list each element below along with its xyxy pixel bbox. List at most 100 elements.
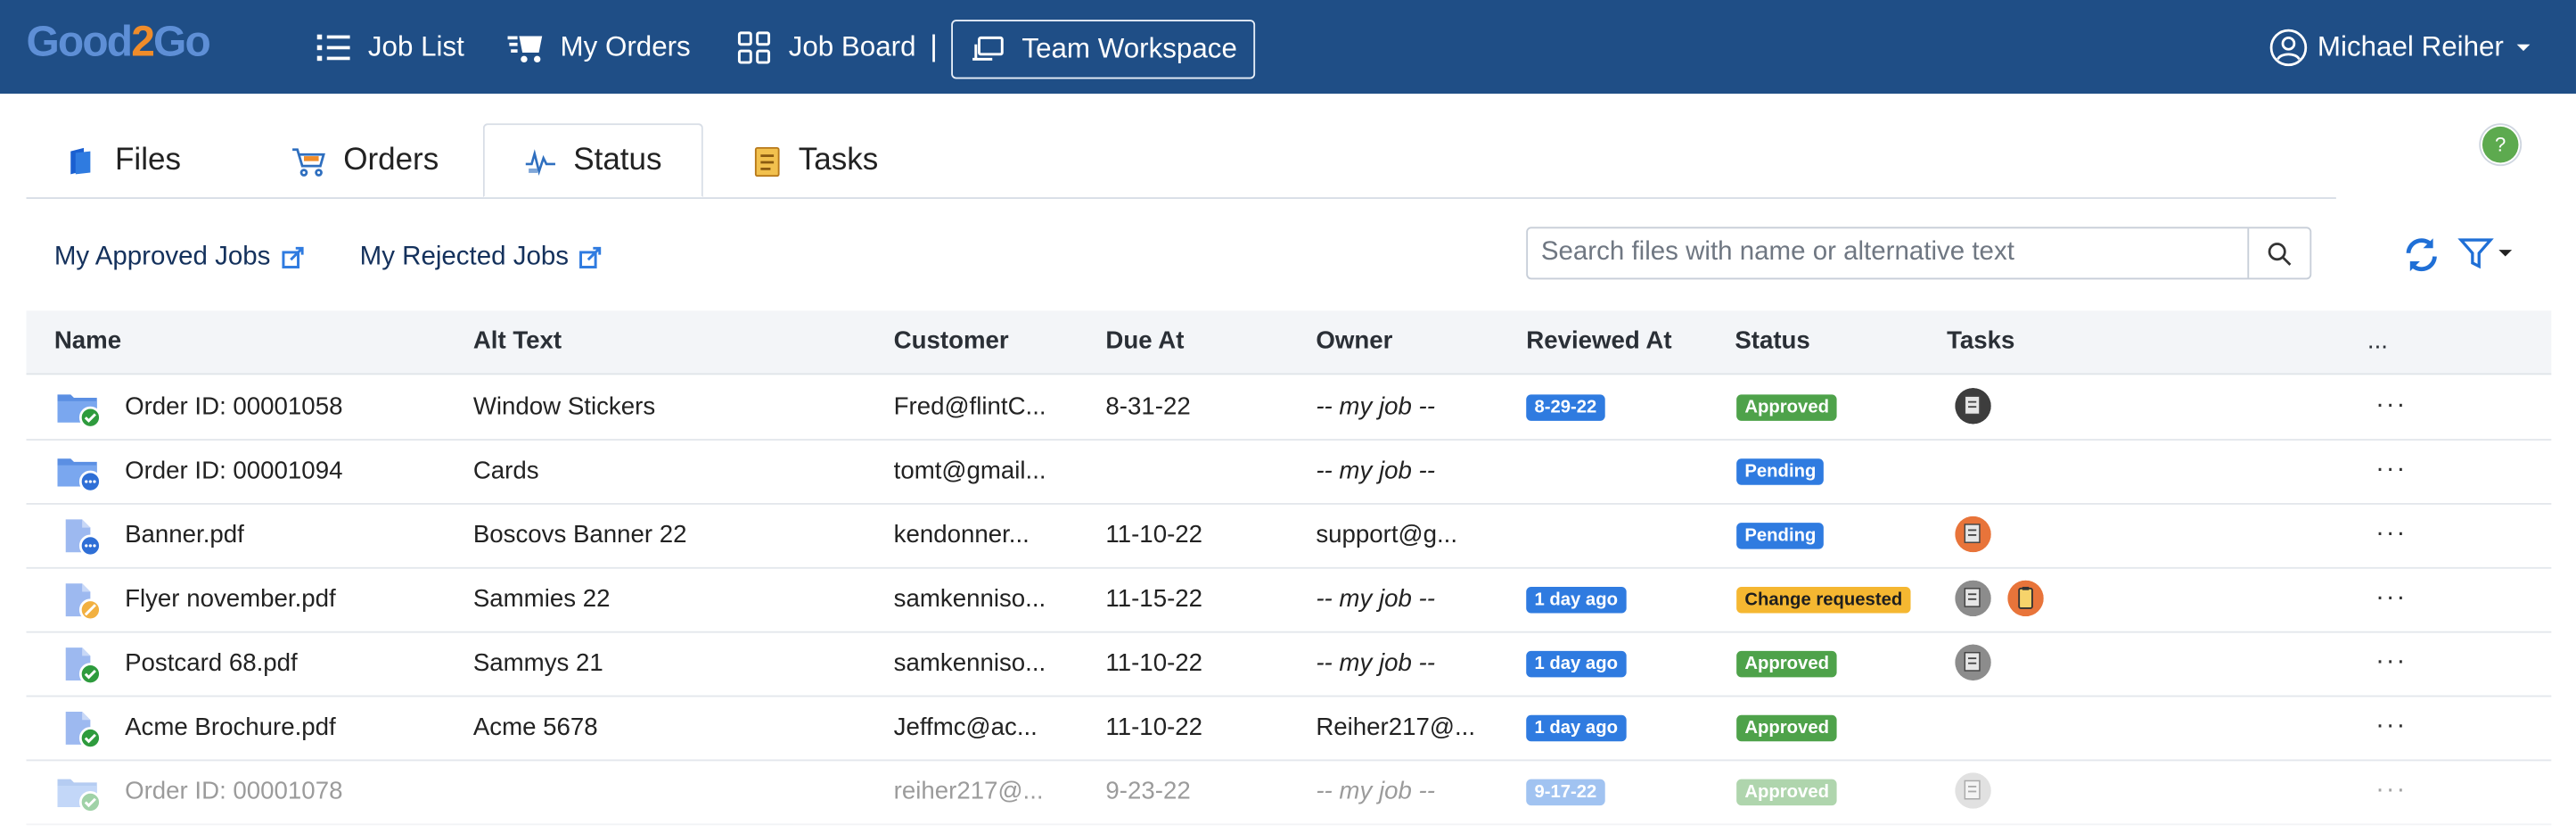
nav-job-board[interactable]: Job Board — [736, 0, 916, 94]
cell-name[interactable]: Order ID: 00001058 — [125, 375, 462, 439]
table-row[interactable]: Acme Brochure.pdf Acme 5678 Jeffmc@ac... 11… — [26, 696, 2552, 762]
logo-text-good: Good — [26, 16, 133, 66]
cell-due-at: 11-15-22 — [1105, 585, 1203, 614]
cell-name[interactable]: Banner.pdf — [125, 503, 462, 567]
cell-name[interactable]: Flyer november.pdf — [125, 567, 462, 631]
nav-job-list[interactable]: Job List — [316, 0, 464, 94]
task-orange-clip-icon[interactable] — [2007, 580, 2044, 617]
logo-text-2: 2 — [131, 16, 155, 66]
col-name[interactable]: Name — [54, 310, 121, 373]
app-logo[interactable]: Good2Go — [26, 16, 211, 67]
cell-customer: Jeffmc@ac... — [893, 713, 1038, 742]
reviewed-at-badge: 1 day ago — [1526, 650, 1627, 678]
row-menu-button[interactable]: ··· — [2375, 439, 2407, 499]
task-dark-icon[interactable] — [1955, 387, 1991, 425]
cell-name[interactable]: Postcard 68.pdf — [125, 631, 462, 696]
tab-files[interactable]: Files — [66, 123, 181, 197]
user-menu[interactable]: Michael Reiher — [2268, 0, 2533, 94]
col-customer[interactable]: Customer — [894, 310, 1009, 373]
nav-separator: | — [930, 29, 938, 63]
tab-status[interactable]: Status — [482, 123, 703, 198]
reviewed-at-badge: 9-17-22 — [1526, 779, 1605, 806]
reviewed-at-badge: 1 day ago — [1526, 714, 1627, 742]
cell-customer: tomt@gmail... — [893, 457, 1046, 485]
table-row[interactable]: Postcard 68.pdf Sammys 21 samkenniso... 11-… — [26, 631, 2552, 697]
col-due-at[interactable]: Due At — [1105, 310, 1184, 373]
cell-name[interactable]: Order ID: 00001078 — [125, 760, 462, 824]
task-gray-icon[interactable] — [1955, 580, 1991, 617]
nav-job-list-label: Job List — [367, 30, 464, 62]
my-approved-jobs-label: My Approved Jobs — [53, 243, 271, 272]
orders-icon — [507, 35, 543, 62]
col-owner[interactable]: Owner — [1316, 310, 1392, 373]
table-row[interactable]: Order ID: 00001058 Window Stickers Fred@fl… — [26, 375, 2552, 441]
table-row[interactable]: Order ID: 00001094 Cards tomt@gmail... -- m… — [26, 439, 2552, 505]
cell-due-at: 11-10-22 — [1105, 521, 1203, 549]
table-row[interactable]: Order ID: 00001078 reiher217@... 9-23-22 --… — [26, 760, 2552, 826]
tab-tasks[interactable]: Tasks — [752, 123, 878, 197]
row-menu-button[interactable]: ··· — [2375, 696, 2407, 756]
my-rejected-jobs-link[interactable]: My Rejected Jobs — [360, 243, 602, 273]
cell-owner: -- my job -- — [1316, 392, 1435, 421]
cell-customer: Fred@flintC... — [893, 392, 1046, 421]
row-menu-button[interactable]: ··· — [2375, 503, 2407, 564]
row-menu-button[interactable]: ··· — [2375, 567, 2407, 628]
nav-team-workspace[interactable]: Team Workspace — [951, 20, 1256, 79]
file-approved-icon — [65, 712, 102, 748]
cell-customer: samkenniso... — [893, 585, 1046, 614]
task-gray-icon[interactable] — [1955, 644, 1991, 681]
cell-name[interactable]: Acme Brochure.pdf — [125, 696, 462, 760]
tab-orders[interactable]: Orders — [291, 123, 439, 197]
col-more[interactable]: ... — [2367, 310, 2388, 373]
external-link-icon — [579, 246, 602, 268]
row-menu-button[interactable]: ··· — [2375, 760, 2407, 821]
cell-alt-text: Cards — [472, 457, 539, 485]
col-status[interactable]: Status — [1735, 310, 1809, 373]
filter-dropdown[interactable] — [2457, 235, 2514, 272]
status-badge: Approved — [1736, 394, 1838, 421]
file-pending-icon — [65, 519, 102, 556]
col-reviewed-at[interactable]: Reviewed At — [1526, 310, 1671, 373]
task-light-icon[interactable] — [1955, 772, 1991, 809]
status-icon — [525, 148, 555, 176]
reviewed-at-badge: 1 day ago — [1526, 586, 1627, 614]
top-navbar: Good2Go Job List My Orders Job Board | T… — [0, 0, 2576, 95]
help-button[interactable]: ? — [2482, 126, 2519, 163]
cell-owner: Reiher217@... — [1316, 713, 1476, 742]
file-change-icon — [65, 583, 102, 620]
cell-customer: kendonner... — [893, 521, 1030, 549]
nav-my-orders[interactable]: My Orders — [507, 0, 691, 94]
nav-job-board-label: Job Board — [788, 30, 916, 62]
grid-icon — [737, 30, 771, 63]
refresh-button[interactable] — [2402, 235, 2441, 283]
search-input[interactable] — [1528, 228, 2261, 278]
refresh-icon — [2406, 238, 2437, 272]
status-badge: Approved — [1736, 779, 1838, 806]
caret-down-icon — [2498, 250, 2513, 257]
cart-icon — [292, 147, 325, 176]
cell-due-at: 11-10-22 — [1105, 649, 1203, 678]
tab-status-label: Status — [573, 142, 662, 177]
folder-approved-icon — [57, 779, 102, 812]
search-button[interactable] — [2247, 228, 2309, 278]
row-menu-button[interactable]: ··· — [2375, 375, 2407, 435]
tab-orders-label: Orders — [343, 142, 439, 177]
table-row[interactable]: Banner.pdf Boscovs Banner 22 kendonner... 1… — [26, 503, 2552, 569]
task-orange-icon[interactable] — [1955, 515, 1991, 553]
my-approved-jobs-link[interactable]: My Approved Jobs — [54, 243, 303, 273]
tasks-icon — [754, 146, 780, 177]
col-tasks[interactable]: Tasks — [1947, 310, 2014, 373]
filter-icon — [2457, 238, 2494, 269]
table-header: Name Alt Text Customer Due At Owner Revi… — [26, 310, 2552, 375]
logo-text-go: Go — [153, 16, 211, 66]
status-badge: Change requested — [1736, 586, 1911, 614]
cell-customer: samkenniso... — [893, 649, 1046, 678]
cell-name[interactable]: Order ID: 00001094 — [125, 439, 462, 503]
cell-due-at: 11-10-22 — [1105, 713, 1203, 742]
cell-due-at: 8-31-22 — [1105, 392, 1191, 421]
cell-due-at: 9-23-22 — [1105, 777, 1191, 806]
col-alt-text[interactable]: Alt Text — [473, 310, 562, 373]
row-menu-button[interactable]: ··· — [2375, 631, 2407, 692]
table-row[interactable]: Flyer november.pdf Sammies 22 samkenniso..… — [26, 567, 2552, 633]
user-avatar-icon — [2268, 28, 2307, 66]
